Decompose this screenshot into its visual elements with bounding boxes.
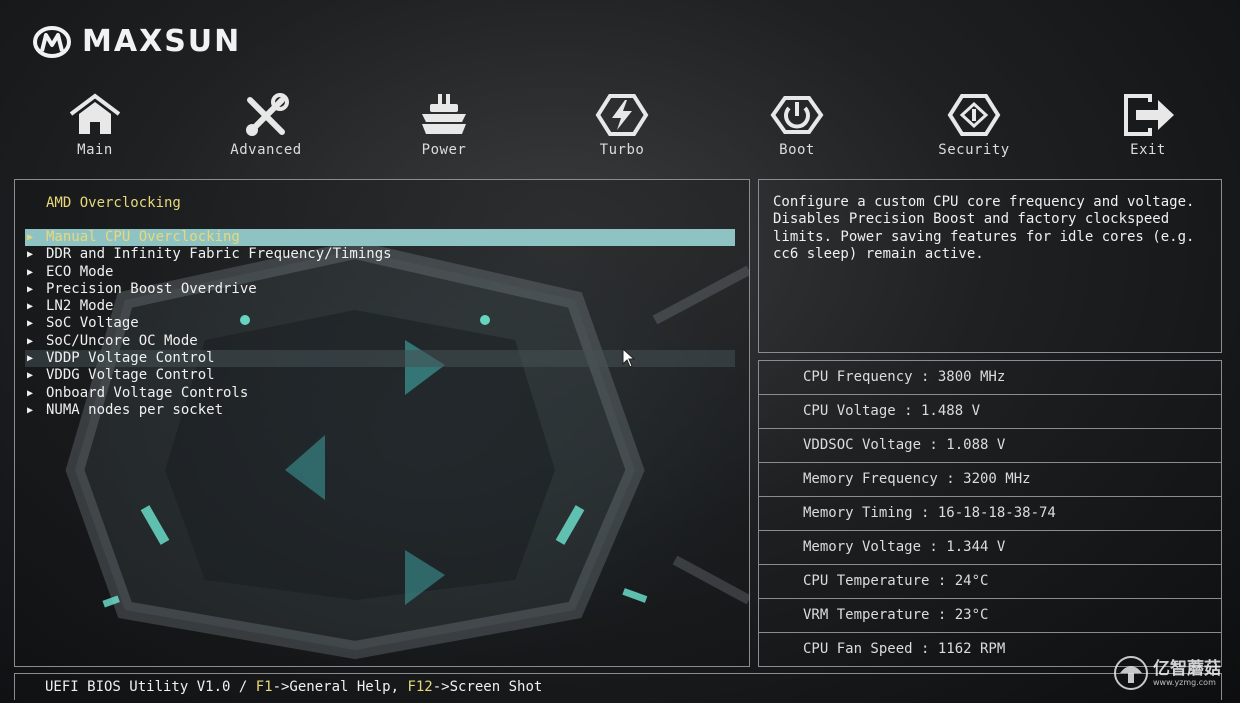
- tab-security-label: Security: [938, 142, 1010, 158]
- f12-key[interactable]: F12: [407, 679, 432, 695]
- tab-boot[interactable]: Boot: [742, 92, 852, 158]
- tab-security[interactable]: Security: [919, 92, 1029, 158]
- f1-description: ->General Help,: [272, 679, 408, 695]
- f12-description: ->Screen Shot: [432, 679, 543, 695]
- menu-item-label: Manual CPU Overclocking: [46, 229, 240, 245]
- arrow-right-icon: ▶: [27, 283, 34, 295]
- stat-memory-voltage: Memory Voltage : 1.344 V: [803, 539, 1006, 555]
- settings-panel: AMD Overclocking ▶ Manual CPU Overclockin…: [14, 179, 750, 667]
- menu-item-onboard-voltage-controls[interactable]: ▶ Onboard Voltage Controls: [25, 385, 735, 402]
- mouse-pointer-icon: [622, 348, 636, 368]
- menu-item-ln2-mode[interactable]: ▶ LN2 Mode: [25, 298, 735, 315]
- arrow-right-icon: ▶: [27, 318, 34, 330]
- arrow-right-icon: ▶: [27, 335, 34, 347]
- hardware-monitor: CPU Frequency : 3800 MHz CPU Voltage : 1…: [758, 360, 1222, 667]
- stat-row: CPU Voltage : 1.488 V: [759, 395, 1221, 429]
- watermark-url: www.yzmg.com: [1153, 677, 1216, 687]
- section-title: AMD Overclocking: [46, 195, 181, 211]
- watermark-text: 亿智蘑菇 www.yzmg.com: [1153, 660, 1221, 687]
- f1-key[interactable]: F1: [256, 679, 273, 695]
- stat-vddsoc-voltage: VDDSOC Voltage : 1.088 V: [803, 437, 1006, 453]
- tab-main[interactable]: Main: [40, 92, 150, 158]
- help-text: Configure a custom CPU core frequency an…: [773, 194, 1195, 263]
- menu-item-soc-voltage[interactable]: ▶ SoC Voltage: [25, 315, 735, 332]
- menu-item-label: DDR and Infinity Fabric Frequency/Timing…: [46, 246, 392, 263]
- tab-turbo[interactable]: Turbo: [567, 92, 677, 158]
- tab-power-label: Power: [421, 142, 467, 158]
- arrow-right-icon: ▶: [27, 404, 34, 416]
- menu-item-label: SoC Voltage: [46, 315, 139, 332]
- arrow-right-icon: ▶: [27, 249, 34, 261]
- tab-advanced[interactable]: Advanced: [211, 92, 321, 158]
- stat-cpu-fan-speed: CPU Fan Speed : 1162 RPM: [803, 641, 1006, 657]
- stat-memory-frequency: Memory Frequency : 3200 MHz: [803, 471, 1031, 487]
- help-panel: Configure a custom CPU core frequency an…: [758, 179, 1222, 353]
- menu-item-vddg-voltage-control[interactable]: ▶ VDDG Voltage Control: [25, 367, 735, 384]
- home-icon: [69, 93, 121, 134]
- tab-main-label: Main: [77, 142, 113, 158]
- menu-item-eco-mode[interactable]: ▶ ECO Mode: [25, 264, 735, 281]
- mushroom-logo-icon: [1114, 656, 1148, 690]
- footer-text: UEFI BIOS Utility V1.0 / F1->General Hel…: [45, 679, 542, 695]
- top-navigation: Main Advanced Power Turbo Boot Security …: [0, 92, 1240, 164]
- tab-exit-label: Exit: [1130, 142, 1166, 158]
- watermark-title: 亿智蘑菇: [1153, 658, 1221, 679]
- shield-icon: [947, 94, 1001, 136]
- menu-item-label: VDDG Voltage Control: [46, 367, 215, 384]
- stat-vrm-temperature: VRM Temperature : 23°C: [803, 607, 989, 623]
- maxsun-logo-icon: [33, 25, 71, 58]
- stat-cpu-frequency: CPU Frequency : 3800 MHz: [803, 369, 1006, 385]
- settings-menu: ▶ Manual CPU Overclocking ▶ DDR and Infini…: [25, 229, 735, 419]
- stat-row: CPU Temperature : 24°C: [759, 565, 1221, 599]
- footer-prefix: UEFI BIOS Utility V1.0 /: [45, 679, 256, 695]
- menu-item-label: ECO Mode: [46, 263, 114, 280]
- arrow-right-icon: ▶: [27, 232, 34, 243]
- menu-item-manual-cpu-overclocking[interactable]: ▶ Manual CPU Overclocking: [25, 229, 735, 247]
- stat-memory-timing: Memory Timing : 16-18-18-38-74: [803, 505, 1056, 521]
- stat-row: VRM Temperature : 23°C: [759, 599, 1221, 633]
- menu-item-precision-boost-overdrive[interactable]: ▶ Precision Boost Overdrive: [25, 281, 735, 298]
- arrow-right-icon: ▶: [27, 353, 34, 365]
- arrow-right-icon: ▶: [27, 301, 34, 313]
- menu-item-label: Precision Boost Overdrive: [46, 280, 257, 297]
- stat-row: CPU Frequency : 3800 MHz: [759, 361, 1221, 395]
- stat-row: Memory Frequency : 3200 MHz: [759, 463, 1221, 497]
- arrow-right-icon: ▶: [27, 387, 34, 399]
- stat-cpu-voltage: CPU Voltage : 1.488 V: [803, 403, 981, 419]
- stat-cpu-temperature: CPU Temperature : 24°C: [803, 573, 989, 589]
- stat-row: Memory Timing : 16-18-18-38-74: [759, 497, 1221, 531]
- power-supply-icon: [422, 94, 466, 134]
- footer-bar: UEFI BIOS Utility V1.0 / F1->General Hel…: [14, 673, 1222, 700]
- tools-icon: [246, 93, 289, 136]
- tab-boot-label: Boot: [779, 142, 815, 158]
- power-button-icon: [770, 96, 824, 134]
- menu-item-label: VDDP Voltage Control: [46, 350, 215, 367]
- menu-item-label: NUMA nodes per socket: [46, 401, 224, 418]
- menu-item-label: LN2 Mode: [46, 298, 114, 315]
- stat-row: VDDSOC Voltage : 1.088 V: [759, 429, 1221, 463]
- lightning-icon: [595, 94, 649, 136]
- exit-icon: [1124, 94, 1174, 136]
- tab-power[interactable]: Power: [389, 92, 499, 158]
- menu-item-label: Onboard Voltage Controls: [46, 384, 249, 401]
- maxsun-logo: MAXSUN: [32, 24, 241, 59]
- menu-item-label: SoC/Uncore OC Mode: [46, 332, 198, 349]
- arrow-right-icon: ▶: [27, 370, 34, 382]
- menu-item-numa-nodes[interactable]: ▶ NUMA nodes per socket: [25, 402, 735, 419]
- tab-turbo-label: Turbo: [599, 142, 645, 158]
- tab-exit[interactable]: Exit: [1093, 92, 1203, 158]
- brand-name: MAXSUN: [82, 24, 242, 59]
- menu-item-ddr-infinity-fabric[interactable]: ▶ DDR and Infinity Fabric Frequency/Timin…: [25, 246, 735, 263]
- stat-row: Memory Voltage : 1.344 V: [759, 531, 1221, 565]
- watermark: 亿智蘑菇 www.yzmg.com: [1113, 655, 1221, 691]
- arrow-right-icon: ▶: [27, 266, 34, 278]
- tab-advanced-label: Advanced: [230, 142, 302, 158]
